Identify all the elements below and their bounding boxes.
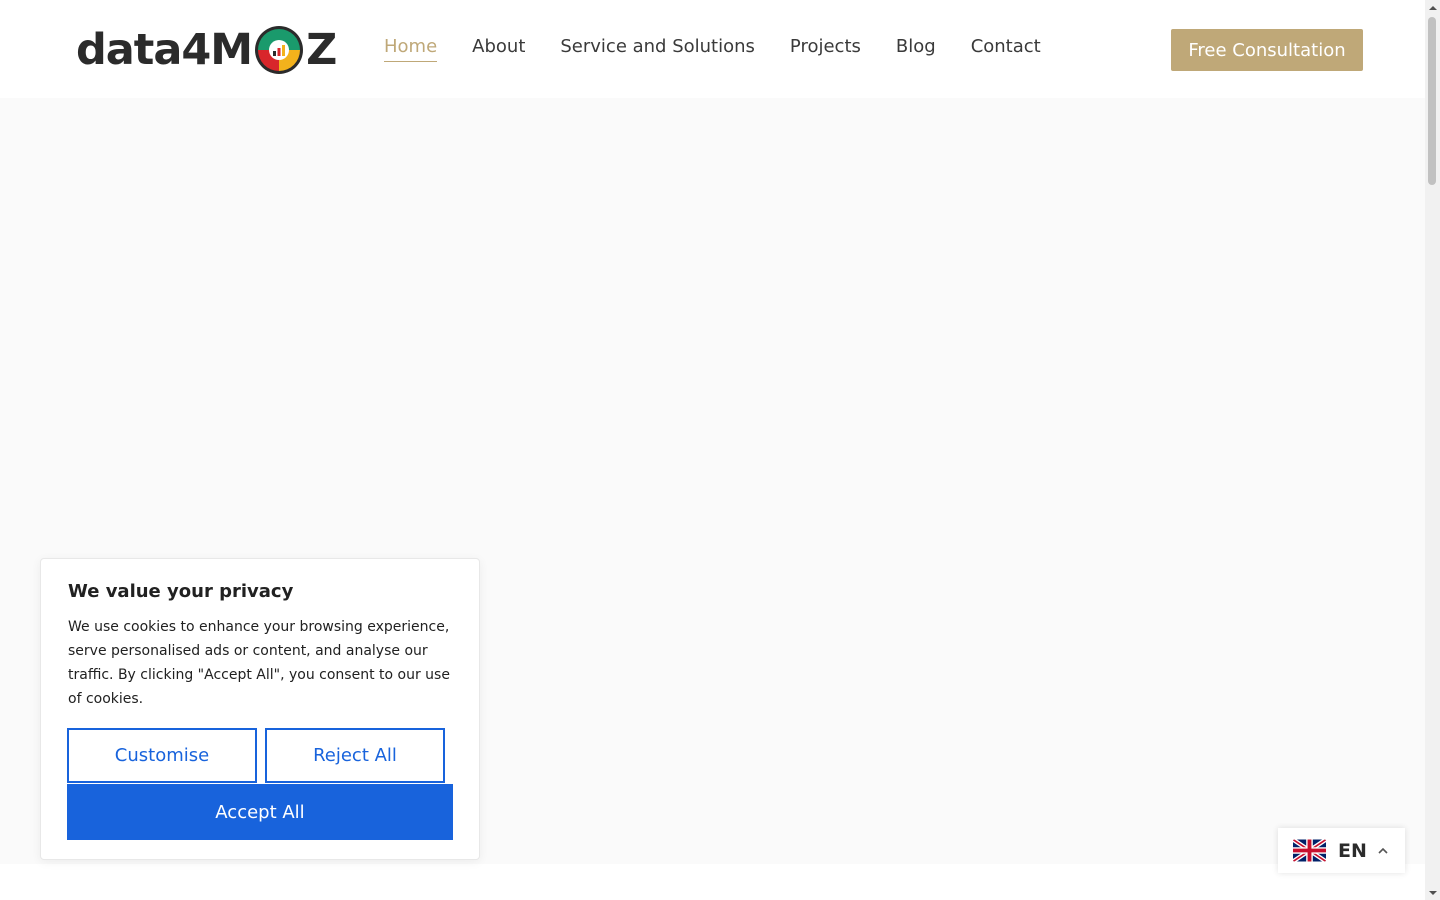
cookie-consent-banner: We value your privacy We use cookies to … xyxy=(40,558,480,860)
donut-chart-logo-icon xyxy=(255,26,304,74)
main-nav: Home About Service and Solutions Project… xyxy=(384,36,1076,62)
scroll-down-arrow-icon[interactable] xyxy=(1425,885,1440,900)
language-label: EN xyxy=(1338,839,1367,862)
nav-item-projects[interactable]: Projects xyxy=(790,36,861,62)
site-logo[interactable]: data4M Z xyxy=(76,22,337,78)
site-header: data4M Z Home About Service and Solution… xyxy=(0,0,1425,98)
page: data4M Z Home About Service and Solution… xyxy=(0,0,1440,900)
customise-button[interactable]: Customise xyxy=(67,728,257,783)
scrollbar-thumb[interactable] xyxy=(1428,17,1436,185)
free-consultation-button[interactable]: Free Consultation xyxy=(1171,29,1363,71)
page-scrollbar[interactable] xyxy=(1425,0,1440,900)
nav-item-blog[interactable]: Blog xyxy=(896,36,936,62)
reject-all-button[interactable]: Reject All xyxy=(265,728,445,783)
uk-flag-icon xyxy=(1293,839,1326,862)
language-switcher[interactable]: EN xyxy=(1278,828,1405,873)
nav-item-home[interactable]: Home xyxy=(384,36,438,62)
cookie-description: We use cookies to enhance your browsing … xyxy=(68,619,450,707)
nav-item-contact[interactable]: Contact xyxy=(971,36,1041,62)
scroll-up-arrow-icon[interactable] xyxy=(1425,0,1440,15)
chevron-up-icon xyxy=(1378,847,1388,854)
logo-text-left: data4M xyxy=(76,25,253,75)
nav-item-service-and-solutions[interactable]: Service and Solutions xyxy=(560,36,755,62)
cookie-title: We value your privacy xyxy=(68,581,294,602)
logo-text-right: Z xyxy=(306,25,337,75)
accept-all-button[interactable]: Accept All xyxy=(67,784,453,840)
nav-item-about[interactable]: About xyxy=(472,36,525,62)
